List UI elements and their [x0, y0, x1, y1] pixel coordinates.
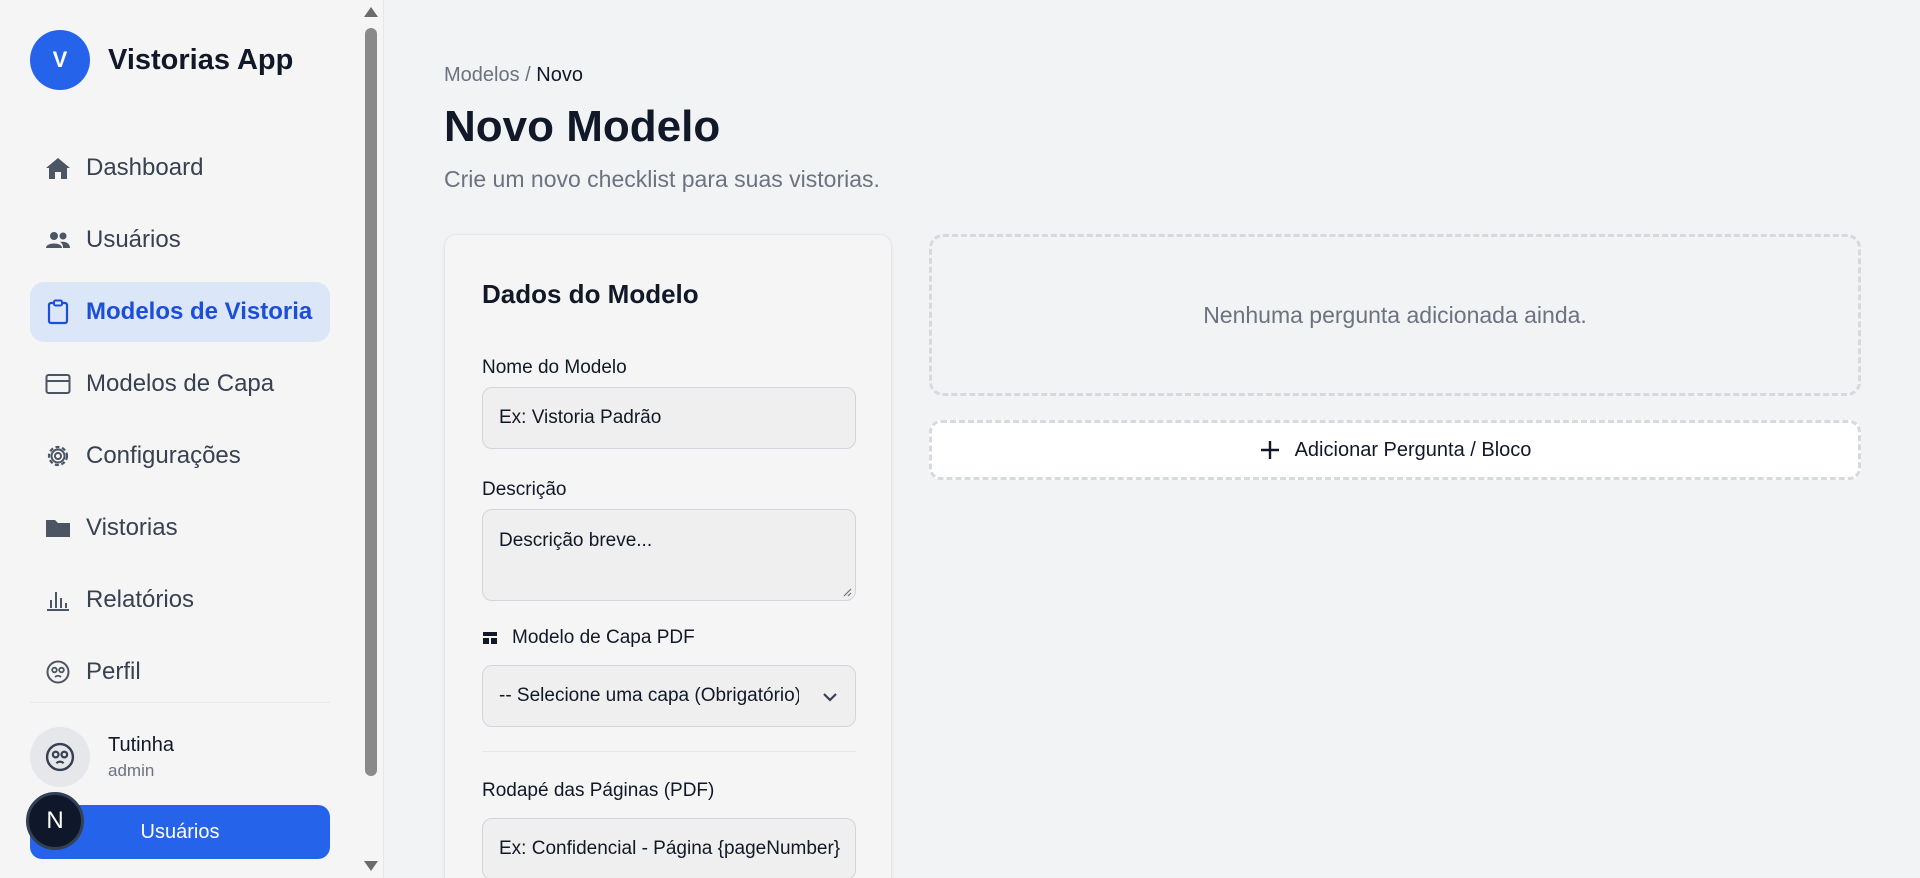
description-textarea[interactable]: Descrição breve... — [482, 509, 856, 601]
brand-logo: V — [30, 30, 90, 90]
sidebar-item-relatorios[interactable]: Relatórios — [30, 570, 330, 630]
scroll-down-arrow-icon[interactable] — [364, 861, 378, 871]
brand-name: Vistorias App — [108, 43, 294, 76]
empty-state-text: Nenhuma pergunta adicionada ainda. — [1203, 301, 1587, 328]
main-content: Modelos / Novo Novo Modelo Crie um novo … — [384, 0, 1920, 878]
footer-placeholder: Ex: Confidencial - Página {pageNumber} — [499, 838, 841, 859]
sidebar-item-dashboard[interactable]: Dashboard — [30, 138, 330, 198]
cover-label-text: Modelo de Capa PDF — [512, 627, 695, 648]
sidebar-item-configuracoes[interactable]: Configurações — [30, 426, 330, 486]
sidebar-item-label: Dashboard — [86, 154, 204, 181]
breadcrumb-current: Novo — [536, 64, 583, 86]
sidebar-item-label: Usuários — [86, 226, 181, 253]
sidebar-nav: Dashboard Usuários Modelos de Vistoria M… — [30, 138, 330, 714]
cover-select-value: -- Selecione uma capa (Obrigatório) -- — [499, 685, 799, 706]
user-role: admin — [108, 760, 155, 780]
sidebar-item-label: Modelos de Vistoria — [86, 298, 313, 325]
plus-icon — [1259, 439, 1281, 461]
form-divider — [482, 751, 856, 752]
sidebar-item-label: Perfil — [86, 658, 141, 685]
questions-empty-state: Nenhuma pergunta adicionada ainda. — [929, 234, 1861, 396]
sidebar-item-label: Relatórios — [86, 586, 195, 613]
sidebar-item-label: Vistorias — [86, 514, 178, 541]
sidebar-item-label: Configurações — [86, 442, 241, 469]
app-root: V Vistorias App Dashboard Usuários Model… — [0, 0, 1920, 878]
dev-tools-badge[interactable]: N — [26, 792, 84, 850]
page-subtitle: Crie um novo checklist para suas vistori… — [444, 166, 880, 192]
sidebar-item-perfil[interactable]: Perfil — [30, 642, 330, 702]
form-title: Dados do Modelo — [482, 279, 699, 309]
model-name-placeholder: Ex: Vistoria Padrão — [499, 407, 662, 428]
brand[interactable]: V Vistorias App — [30, 30, 293, 90]
scroll-up-arrow-icon[interactable] — [364, 7, 378, 17]
sidebar-item-label: Modelos de Capa — [86, 370, 275, 397]
users-icon — [44, 226, 72, 254]
sidebar-divider — [30, 702, 330, 703]
user-info: Tutinha admin — [108, 734, 174, 781]
sidebar-item-vistorias[interactable]: Vistorias — [30, 498, 330, 558]
name-label: Nome do Modelo — [482, 357, 627, 378]
sidebar: V Vistorias App Dashboard Usuários Model… — [0, 0, 384, 878]
sidebar-item-modelos-de-vistoria[interactable]: Modelos de Vistoria — [30, 282, 330, 342]
face-icon — [44, 658, 72, 686]
scroll-thumb[interactable] — [365, 28, 377, 776]
footer-label: Rodapé das Páginas (PDF) — [482, 780, 715, 801]
user-card[interactable]: Tutinha admin — [30, 727, 174, 787]
clipboard-icon — [44, 298, 72, 326]
sidebar-scrollbar[interactable] — [360, 0, 384, 878]
layout-icon — [44, 370, 72, 398]
folder-icon — [44, 514, 72, 542]
footer-input[interactable]: Ex: Confidencial - Página {pageNumber} — [482, 818, 856, 878]
user-name: Tutinha — [108, 733, 174, 756]
model-name-input[interactable]: Ex: Vistoria Padrão — [482, 387, 856, 449]
chevron-down-icon — [823, 693, 837, 702]
avatar — [30, 727, 90, 787]
bar-chart-icon — [44, 586, 72, 614]
sidebar-item-usuarios[interactable]: Usuários — [30, 210, 330, 270]
add-question-label: Adicionar Pergunta / Bloco — [1294, 438, 1532, 461]
breadcrumb: Modelos / Novo — [444, 64, 583, 87]
breadcrumb-parent[interactable]: Modelos — [444, 64, 520, 86]
description-placeholder: Descrição breve... — [499, 530, 653, 551]
breadcrumb-separator: / — [525, 64, 531, 86]
gear-icon — [44, 442, 72, 470]
cover-label: Modelo de Capa PDF — [482, 627, 695, 649]
page-title: Novo Modelo — [444, 102, 721, 151]
resize-handle-icon[interactable] — [842, 587, 852, 597]
sidebar-item-modelos-de-capa[interactable]: Modelos de Capa — [30, 354, 330, 414]
layout-template-icon — [483, 632, 497, 644]
cover-select[interactable]: -- Selecione uma capa (Obrigatório) -- — [482, 665, 856, 727]
model-form-card: Dados do Modelo Nome do Modelo Ex: Visto… — [444, 234, 892, 878]
description-label: Descrição — [482, 479, 567, 500]
add-question-button[interactable]: Adicionar Pergunta / Bloco — [929, 420, 1861, 480]
home-icon — [44, 154, 72, 182]
